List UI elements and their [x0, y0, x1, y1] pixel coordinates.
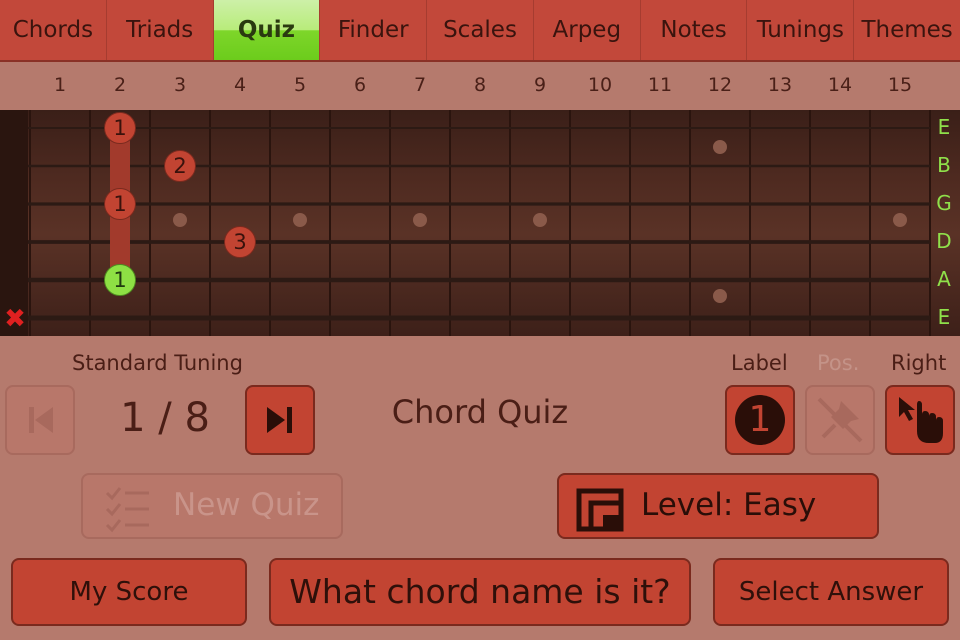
question-button[interactable]: What chord name is it?: [269, 558, 691, 626]
fret-number: 12: [707, 74, 733, 96]
note-dot[interactable]: 1: [104, 188, 136, 220]
fretboard-graphics: [0, 110, 931, 336]
string-name-label: E: [937, 115, 951, 139]
skip-next-icon: [267, 407, 292, 433]
position-marker: [893, 213, 907, 227]
fret-number: 7: [413, 74, 427, 96]
fret-number: 4: [233, 74, 247, 96]
nut: [0, 110, 28, 336]
position-pin-button[interactable]: [805, 385, 875, 455]
tab-arpeg[interactable]: Arpeg: [534, 0, 641, 60]
tab-chords[interactable]: Chords: [0, 0, 107, 60]
fret-number: 15: [887, 74, 913, 96]
label-toggle-button[interactable]: 1: [725, 385, 795, 455]
skip-previous-icon: [29, 407, 53, 433]
fret-number: 3: [173, 74, 187, 96]
level-stack-icon: [576, 488, 624, 532]
fret-number: 5: [293, 74, 307, 96]
tab-quiz[interactable]: Quiz: [213, 0, 321, 60]
hand-pointer-icon: [899, 397, 943, 443]
fret-number: 9: [533, 74, 547, 96]
string-name-label: B: [937, 153, 951, 177]
fret-number: 11: [647, 74, 673, 96]
fret-number: 13: [767, 74, 793, 96]
tab-triads[interactable]: Triads: [107, 0, 214, 60]
position-marker: [713, 289, 727, 303]
tab-tunings[interactable]: Tunings: [747, 0, 855, 60]
new-quiz-button[interactable]: New Quiz: [81, 473, 343, 539]
tab-notes[interactable]: Notes: [641, 0, 748, 60]
position-marker: [173, 213, 187, 227]
position-marker: [413, 213, 427, 227]
tab-finder[interactable]: Finder: [320, 0, 428, 60]
muted-string-x-icon[interactable]: ✖: [3, 306, 27, 332]
note-dot[interactable]: 2: [164, 150, 196, 182]
fret-number: 10: [587, 74, 613, 96]
pin-off-icon: [817, 397, 863, 443]
right-hand-button[interactable]: [885, 385, 955, 455]
fret-number: 8: [473, 74, 487, 96]
previous-button[interactable]: [5, 385, 75, 455]
top-nav: Chords Triads Quiz Finder Scales Arpeg Notes Tu…: [0, 0, 960, 62]
select-answer-button[interactable]: Select Answer: [713, 558, 949, 626]
question-counter: 1 / 8: [120, 395, 210, 441]
root-note-dot[interactable]: 1: [104, 264, 136, 296]
my-score-button[interactable]: My Score: [11, 558, 247, 626]
label-number-icon: 1: [735, 395, 785, 445]
page-title: Chord Quiz: [391, 393, 569, 431]
position-marker: [293, 213, 307, 227]
string-name-label: D: [936, 229, 952, 253]
string-name-label: E: [937, 305, 951, 329]
pos-caption: Pos.: [817, 351, 860, 375]
tab-themes[interactable]: Themes: [854, 0, 960, 60]
string-name-label: A: [937, 267, 951, 291]
tab-scales[interactable]: Scales: [427, 0, 534, 60]
note-dot[interactable]: 1: [104, 112, 136, 144]
fret-number: 6: [353, 74, 367, 96]
checklist-icon: [105, 487, 149, 533]
level-button[interactable]: Level: Easy: [557, 473, 879, 539]
fret-number: 2: [113, 74, 127, 96]
fret-number-row: 1 2 3 4 5 6 7 8 9 10 11 12 13 14 15: [0, 64, 960, 108]
position-marker: [713, 140, 727, 154]
new-quiz-label: New Quiz: [173, 487, 320, 523]
note-dot[interactable]: 3: [224, 226, 256, 258]
position-marker: [533, 213, 547, 227]
level-label: Level: Easy: [641, 487, 817, 523]
fretboard[interactable]: ✖ EBGDAE: [0, 110, 960, 336]
next-button[interactable]: [245, 385, 315, 455]
fret-number: 1: [53, 74, 67, 96]
string-name-label: G: [936, 191, 952, 215]
label-caption: Label: [731, 351, 788, 375]
tuning-label: Standard Tuning: [72, 351, 243, 375]
right-caption: Right: [891, 351, 947, 375]
fret-number: 14: [827, 74, 853, 96]
